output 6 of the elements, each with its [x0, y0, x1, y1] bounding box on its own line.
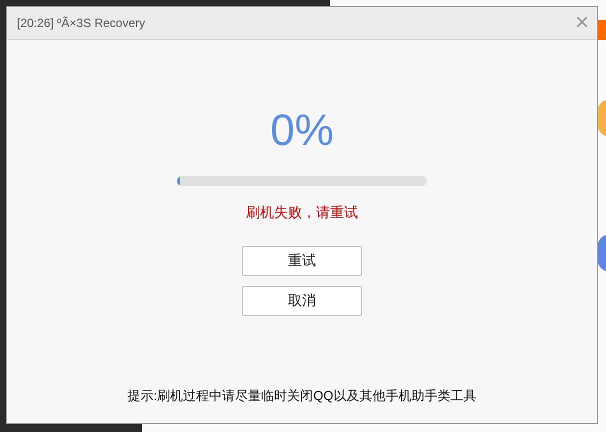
- retry-button[interactable]: 重试: [242, 246, 362, 276]
- error-message: 刷机失败，请重试: [246, 204, 358, 222]
- window-title: [20:26] ºÃ×3S Recovery: [17, 16, 146, 30]
- progress-percent: 0%: [270, 106, 334, 156]
- hint-text: 提示:刷机过程中请尽量临时关闭QQ以及其他手机助手类工具: [128, 387, 476, 405]
- cancel-button[interactable]: 取消: [242, 286, 362, 316]
